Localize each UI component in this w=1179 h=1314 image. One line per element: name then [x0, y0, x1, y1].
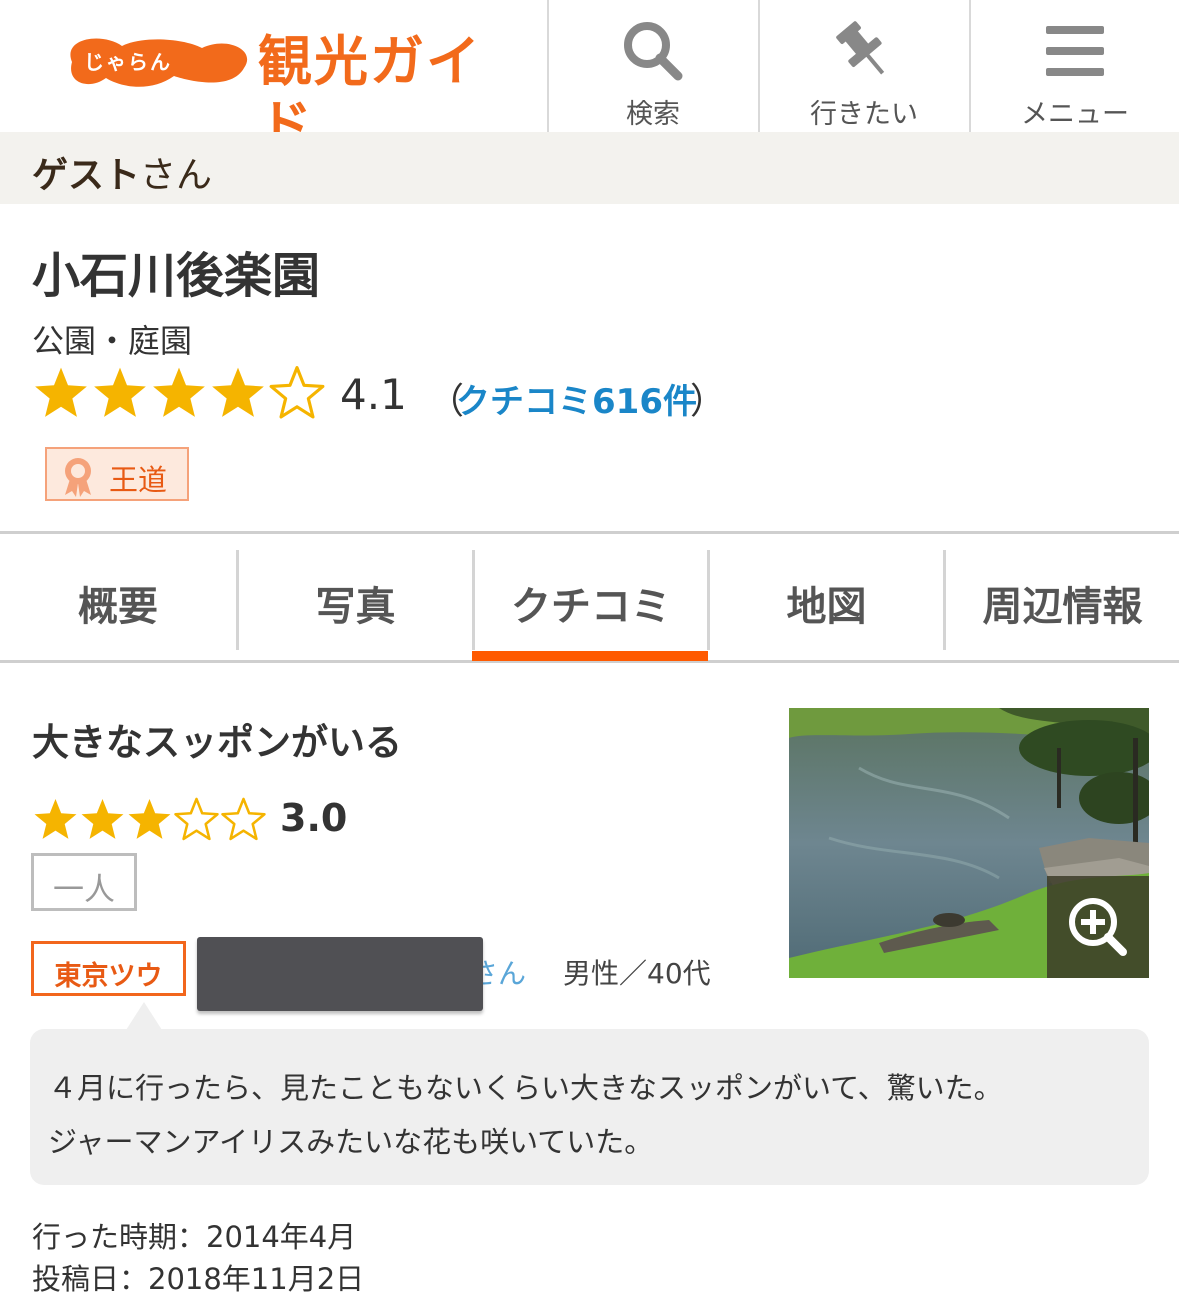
star-empty-icon [269, 366, 325, 419]
site-header: じゃらん 観光ガイド 検索 行きたい メニュー [0, 0, 1179, 157]
tab-overview-label: 概要 [78, 584, 158, 630]
logo-small-text: じゃらん [84, 50, 172, 74]
guest-suffix: さん [140, 155, 213, 196]
redacted-username [197, 937, 483, 1011]
review-photo[interactable] [789, 708, 1149, 978]
posted-date: 投稿日：2018年11月2日 [32, 1262, 365, 1296]
visit-period: 行った時期：2014年4月 [32, 1220, 357, 1254]
review-title[interactable]: 大きなスッポンがいる [32, 712, 402, 766]
review-rating-value: 3.0 [280, 796, 348, 840]
active-tab-indicator [472, 651, 708, 661]
badge-label: 王道 [109, 463, 168, 497]
tab-nearby[interactable]: 周辺情報 [946, 534, 1179, 660]
review-rating-stars [32, 796, 267, 843]
tab-reviews-label: クチコミ [511, 584, 671, 630]
star-empty-icon [221, 797, 266, 841]
search-button-label: 検索 [626, 99, 680, 130]
tab-map[interactable]: 地図 [710, 534, 943, 660]
tab-bar: 概要 写真 クチコミ 地図 周辺情報 [0, 531, 1179, 663]
star-filled-icon [212, 367, 264, 417]
tab-photos[interactable]: 写真 [239, 534, 472, 660]
zoom-in-icon [1069, 898, 1127, 956]
tab-overview[interactable]: 概要 [0, 534, 236, 660]
zoom-photo-button[interactable] [1047, 876, 1149, 978]
search-button[interactable]: 検索 [547, 0, 757, 132]
star-empty-icon [174, 797, 219, 841]
tab-nearby-label: 周辺情報 [982, 584, 1143, 630]
tab-photos-label: 写真 [315, 584, 396, 630]
want-to-go-label: 行きたい [810, 99, 918, 130]
reviewer-demographics: 男性／40代 [563, 957, 711, 990]
guest-bar: ゲスト さん [0, 132, 1179, 204]
menu-button-label: メニュー [1021, 99, 1129, 130]
pushpin-icon [836, 21, 885, 75]
menu-icon [1046, 26, 1104, 76]
review-comment-bubble: ４月に行ったら、見たこともないくらい大きなスッポンがいて、驚いた。 ジャーマンア… [30, 1029, 1149, 1185]
star-filled-icon [128, 798, 171, 839]
spot-title: 小石川後楽園 [32, 248, 321, 304]
jalan-logo[interactable]: じゃらん 観光ガイド [62, 28, 482, 157]
paren-close: ） [690, 381, 727, 422]
menu-button[interactable]: メニュー [969, 0, 1179, 132]
comment-bubble-tail [126, 1002, 162, 1030]
star-filled-icon [153, 367, 205, 417]
search-icon [624, 22, 683, 81]
tab-reviews[interactable]: クチコミ [475, 534, 707, 660]
star-filled-icon [34, 798, 77, 839]
companion-tag: 一人 [31, 853, 137, 911]
award-ribbon-icon [65, 458, 91, 497]
star-filled-icon [94, 367, 146, 417]
spot-rating-value: 4.1 [340, 370, 407, 419]
want-to-go-button[interactable]: 行きたい [758, 0, 968, 132]
region-expert-tag: 東京ツウ [31, 941, 186, 996]
guest-name: ゲスト [32, 155, 141, 196]
classic-badge: 王道 [45, 447, 189, 501]
star-filled-icon [35, 367, 87, 417]
spot-category: 公園・庭園 [32, 322, 193, 360]
tab-map-label: 地図 [786, 584, 867, 630]
review-count-link[interactable]: クチコミ616件 [456, 374, 697, 423]
star-filled-icon [81, 798, 124, 839]
review-body: ４月に行ったら、見たこともないくらい大きなスッポンがいて、驚いた。 ジャーマンア… [48, 1071, 1003, 1159]
spot-rating-stars [32, 364, 327, 422]
